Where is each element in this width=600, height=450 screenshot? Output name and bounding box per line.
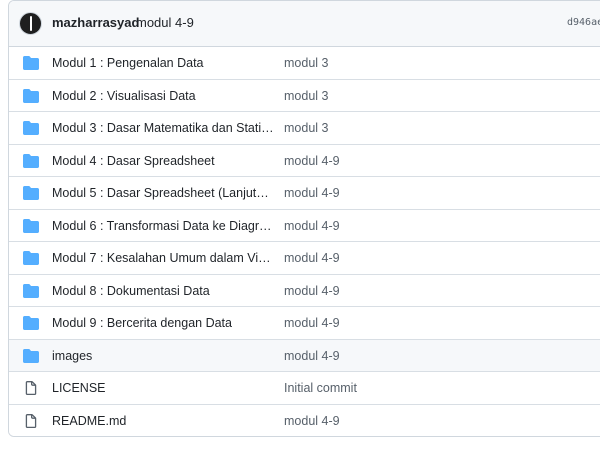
file-row[interactable]: Modul 7 : Kesalahan Umum dalam Visualisa… (9, 242, 600, 275)
folder-icon (23, 348, 39, 363)
file-commit-message-link[interactable]: modul 4-9 (284, 186, 340, 200)
file-row[interactable]: Modul 9 : Bercerita dengan Data modul 4-9 (9, 307, 600, 340)
file-row[interactable]: Modul 6 : Transformasi Data ke Diagram mo… (9, 209, 600, 242)
folder-icon (23, 88, 39, 103)
file-row[interactable]: Modul 4 : Dasar Spreadsheet modul 4-9 (9, 144, 600, 177)
folder-icon (23, 186, 39, 200)
latest-commit-header: mazharrasyad modul 4-9 d946ae (9, 1, 600, 47)
file-name-link[interactable]: Modul 5 : Dasar Spreadsheet (Lanjutan) (52, 186, 274, 200)
file-commit-message-link[interactable]: modul 3 (284, 89, 328, 103)
file-commit-message-link[interactable]: modul 4-9 (284, 284, 340, 298)
file-name-link[interactable]: images (52, 349, 274, 363)
file-row[interactable]: README.md modul 4-9 (9, 404, 600, 436)
file-row[interactable]: LICENSE Initial commit (9, 372, 600, 405)
author-avatar[interactable] (19, 12, 42, 35)
file-name-link[interactable]: Modul 3 : Dasar Matematika dan Statistik… (52, 121, 274, 135)
folder-icon (23, 121, 39, 135)
file-name-link[interactable]: README.md (52, 414, 274, 428)
folder-icon (23, 316, 39, 330)
file-row[interactable]: Modul 2 : Visualisasi Data modul 3 (9, 79, 600, 112)
file-commit-message-link[interactable]: Initial commit (284, 381, 357, 395)
file-name-link[interactable]: Modul 7 : Kesalahan Umum dalam Visualisa… (52, 251, 274, 265)
folder-icon (23, 218, 39, 233)
file-list: Modul 1 : Pengenalan Data modul 3 Modul 2 … (9, 47, 600, 436)
file-name-link[interactable]: Modul 9 : Bercerita dengan Data (52, 316, 274, 330)
commit-message-link[interactable]: modul 4-9 (136, 15, 194, 30)
file-name-link[interactable]: Modul 6 : Transformasi Data ke Diagram (52, 219, 274, 233)
file-row[interactable]: Modul 3 : Dasar Matematika dan Statistik… (9, 112, 600, 145)
file-commit-message-link[interactable]: modul 4-9 (284, 154, 340, 168)
repo-file-browser: mazharrasyad modul 4-9 d946ae Modul 1 : … (8, 0, 600, 437)
commit-author-link[interactable]: mazharrasyad (52, 15, 139, 30)
file-commit-message-link[interactable]: modul 3 (284, 56, 328, 70)
commit-hash-link[interactable]: d946ae (567, 17, 600, 28)
folder-icon (23, 56, 39, 70)
file-row[interactable]: images modul 4-9 (9, 339, 600, 372)
file-name-link[interactable]: Modul 1 : Pengenalan Data (52, 56, 274, 70)
file-name-link[interactable]: Modul 8 : Dokumentasi Data (52, 284, 274, 298)
file-commit-message-link[interactable]: modul 4-9 (284, 219, 340, 233)
folder-icon (23, 283, 39, 298)
file-row[interactable]: Modul 8 : Dokumentasi Data modul 4-9 (9, 274, 600, 307)
file-commit-message-link[interactable]: modul 4-9 (284, 414, 340, 428)
file-icon (23, 413, 39, 428)
file-commit-message-link[interactable]: modul 3 (284, 121, 328, 135)
file-row[interactable]: Modul 1 : Pengenalan Data modul 3 (9, 47, 600, 80)
folder-icon (23, 251, 39, 265)
file-name-link[interactable]: Modul 2 : Visualisasi Data (52, 89, 274, 103)
file-commit-message-link[interactable]: modul 4-9 (284, 349, 340, 363)
file-row[interactable]: Modul 5 : Dasar Spreadsheet (Lanjutan) mo… (9, 177, 600, 210)
file-name-link[interactable]: Modul 4 : Dasar Spreadsheet (52, 154, 274, 168)
file-icon (23, 381, 39, 395)
file-name-link[interactable]: LICENSE (52, 381, 274, 395)
file-commit-message-link[interactable]: modul 4-9 (284, 251, 340, 265)
file-commit-message-link[interactable]: modul 4-9 (284, 316, 340, 330)
folder-icon (23, 153, 39, 168)
